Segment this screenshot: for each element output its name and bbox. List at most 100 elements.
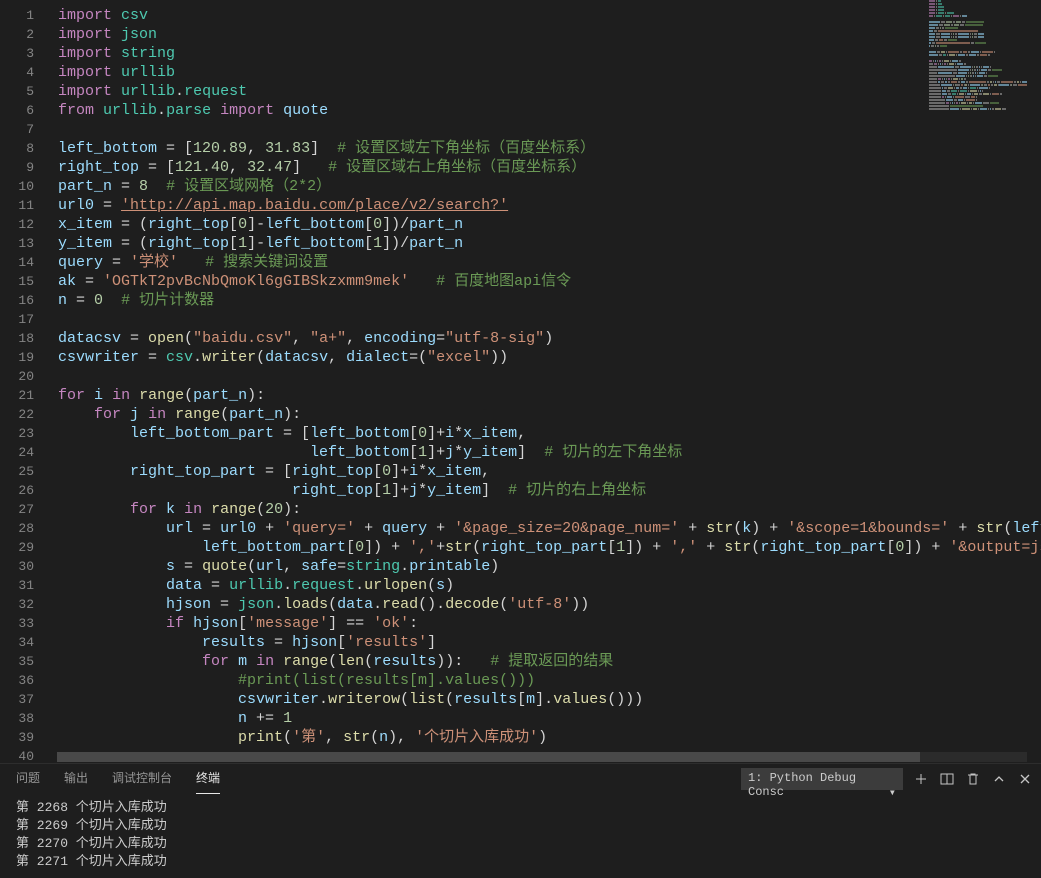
token-str: "a+" <box>310 330 346 347</box>
token-fn: decode <box>445 596 499 613</box>
terminal-selector[interactable]: 1: Python Debug Consc <box>741 768 903 790</box>
code-line[interactable]: n = 0 # 切片计数器 <box>58 291 1041 310</box>
code-line[interactable]: left_bottom_part = [left_bottom[0]+i*x_i… <box>58 424 1041 443</box>
token-pun: )): <box>436 653 490 670</box>
token-pun <box>58 463 130 480</box>
code-line[interactable]: csvwriter = csv.writer(datacsv, dialect=… <box>58 348 1041 367</box>
token-com: #print(list(results[m].values())) <box>238 672 535 689</box>
token-str: '学校' <box>130 254 178 271</box>
token-pun: ( <box>328 653 337 670</box>
code-line[interactable]: results = hjson['results'] <box>58 633 1041 652</box>
token-var: k <box>742 520 751 537</box>
token-pun <box>274 102 283 119</box>
tab-debug-console[interactable]: 调试控制台 <box>112 764 172 794</box>
token-pun: ( <box>1003 520 1012 537</box>
code-line[interactable]: url = url0 + 'query=' + query + '&page_s… <box>58 519 1041 538</box>
token-pun: = <box>112 178 139 195</box>
code-line[interactable]: left_bottom = [120.89, 31.83] # 设置区域左下角坐… <box>58 139 1041 158</box>
code-editor[interactable]: 1234567891011121314151617181920212223242… <box>0 0 1041 763</box>
horizontal-scrollbar[interactable] <box>57 752 1027 762</box>
code-line[interactable]: right_top[1]+j*y_item] # 切片的右上角坐标 <box>58 481 1041 500</box>
code-line[interactable]: import urllib <box>58 63 1041 82</box>
code-line[interactable]: data = urllib.request.urlopen(s) <box>58 576 1041 595</box>
code-line[interactable]: url0 = 'http://api.map.baidu.com/place/v… <box>58 196 1041 215</box>
token-num: 32.47 <box>247 159 292 176</box>
token-pun: + <box>949 520 976 537</box>
token-var: x_item <box>463 425 517 442</box>
token-num: 121.40 <box>175 159 229 176</box>
code-line[interactable]: for j in range(part_n): <box>58 405 1041 424</box>
token-mod: string <box>346 558 400 575</box>
token-pun: ( <box>400 691 409 708</box>
code-line[interactable]: s = quote(url, safe=string.printable) <box>58 557 1041 576</box>
tab-problems[interactable]: 问题 <box>16 764 40 794</box>
token-pun <box>58 482 292 499</box>
code-line[interactable]: query = '学校' # 搜索关键词设置 <box>58 253 1041 272</box>
code-line[interactable]: import string <box>58 44 1041 63</box>
code-line[interactable]: csvwriter.writerow(list(results[m].value… <box>58 690 1041 709</box>
token-var: dialect <box>346 349 409 366</box>
panel-actions: 1: Python Debug Consc <box>741 768 1033 790</box>
token-pun <box>112 45 121 62</box>
token-fn: writerow <box>328 691 400 708</box>
code-line[interactable]: from urllib.parse import quote <box>58 101 1041 120</box>
code-line[interactable]: right_top = [121.40, 32.47] # 设置区域右上角坐标（… <box>58 158 1041 177</box>
code-line[interactable]: right_top_part = [right_top[0]+i*x_item, <box>58 462 1041 481</box>
code-line[interactable] <box>58 120 1041 139</box>
code-line[interactable]: import urllib.request <box>58 82 1041 101</box>
code-line[interactable]: import json <box>58 25 1041 44</box>
token-var: results <box>454 691 517 708</box>
code-line[interactable]: y_item = (right_top[1]-left_bottom[1])/p… <box>58 234 1041 253</box>
code-line[interactable]: datacsv = open("baidu.csv", "a+", encodi… <box>58 329 1041 348</box>
token-pun: [ <box>607 539 616 556</box>
token-pun: ] <box>292 159 328 176</box>
code-line[interactable]: for k in range(20): <box>58 500 1041 519</box>
code-line[interactable] <box>58 367 1041 386</box>
token-pun <box>58 444 310 461</box>
code-line[interactable]: n += 1 <box>58 709 1041 728</box>
token-pun <box>58 577 166 594</box>
token-var: right_top <box>148 235 229 252</box>
token-pun: : <box>409 615 418 632</box>
token-pun: [ <box>409 425 418 442</box>
token-pun: . <box>373 596 382 613</box>
code-line[interactable]: hjson = json.loads(data.read().decode('u… <box>58 595 1041 614</box>
token-pun: , <box>328 349 346 366</box>
code-line[interactable]: if hjson['message'] == 'ok': <box>58 614 1041 633</box>
token-pun: = [ <box>139 159 175 176</box>
token-pun: ]- <box>247 216 265 233</box>
code-area[interactable]: import csvimport jsonimport stringimport… <box>48 0 1041 763</box>
code-line[interactable]: part_n = 8 # 设置区域网格（2*2） <box>58 177 1041 196</box>
tab-terminal[interactable]: 终端 <box>196 764 220 794</box>
token-pun: ( <box>220 406 229 423</box>
scrollbar-thumb[interactable] <box>57 752 920 762</box>
code-line[interactable]: x_item = (right_top[0]-left_bottom[0])/p… <box>58 215 1041 234</box>
token-pun: [ <box>373 482 382 499</box>
code-line[interactable] <box>58 310 1041 329</box>
token-pun: . <box>400 558 409 575</box>
code-line[interactable]: import csv <box>58 6 1041 25</box>
token-var: ak <box>58 273 76 290</box>
trash-icon[interactable] <box>965 771 981 787</box>
code-line[interactable]: for i in range(part_n): <box>58 386 1041 405</box>
code-line[interactable]: print('第', str(n), '个切片入库成功') <box>58 728 1041 747</box>
token-pun <box>112 7 121 24</box>
token-var: left_bo <box>1012 520 1041 537</box>
close-icon[interactable] <box>1017 771 1033 787</box>
token-var: y_item <box>463 444 517 461</box>
code-line[interactable]: left_bottom[1]+j*y_item] # 切片的左下角坐标 <box>58 443 1041 462</box>
chevron-up-icon[interactable] <box>991 771 1007 787</box>
code-line[interactable]: #print(list(results[m].values())) <box>58 671 1041 690</box>
token-pun <box>166 406 175 423</box>
code-line[interactable]: for m in range(len(results)): # 提取返回的结果 <box>58 652 1041 671</box>
minimap[interactable] <box>929 0 1027 110</box>
token-pun: ) <box>490 558 499 575</box>
token-str: 'utf-8' <box>508 596 571 613</box>
code-line[interactable]: left_bottom_part[0]) + ','+str(right_top… <box>58 538 1041 557</box>
tab-output[interactable]: 输出 <box>64 764 88 794</box>
code-line[interactable]: ak = 'OGTkT2pvBcNbQmoKl6gGIBSkzxmm9mek' … <box>58 272 1041 291</box>
terminal-output[interactable]: 第 2268 个切片入库成功第 2269 个切片入库成功第 2270 个切片入库… <box>0 793 1041 865</box>
split-icon[interactable] <box>939 771 955 787</box>
plus-icon[interactable] <box>913 771 929 787</box>
token-var: hjson <box>166 596 211 613</box>
